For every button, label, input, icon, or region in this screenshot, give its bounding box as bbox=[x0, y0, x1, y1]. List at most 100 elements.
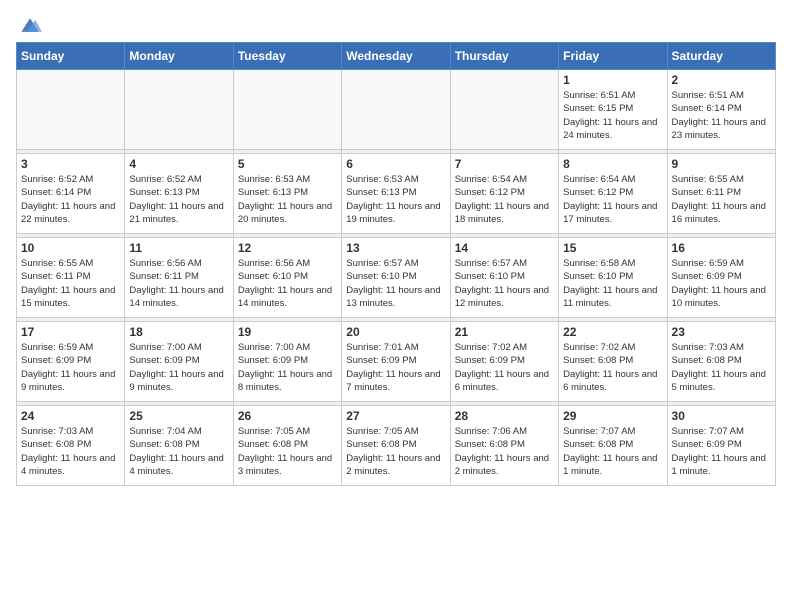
day-number: 13 bbox=[346, 241, 445, 255]
day-number: 22 bbox=[563, 325, 662, 339]
day-cell bbox=[125, 70, 233, 150]
day-number: 1 bbox=[563, 73, 662, 87]
week-row-4: 17 Sunrise: 6:59 AM Sunset: 6:09 PM Dayli… bbox=[17, 322, 776, 402]
day-number: 12 bbox=[238, 241, 337, 255]
day-info: Sunrise: 6:52 AM Sunset: 6:13 PM Dayligh… bbox=[129, 173, 228, 226]
day-number: 6 bbox=[346, 157, 445, 171]
day-cell: 19Sunrise: 7:00 AM Sunset: 6:09 PM Dayli… bbox=[233, 322, 341, 402]
day-number: 29 bbox=[563, 409, 662, 423]
day-info: Sunrise: 6:59 AM Sunset: 6:09 PM Dayligh… bbox=[672, 257, 771, 310]
day-info: Sunrise: 6:56 AM Sunset: 6:10 PM Dayligh… bbox=[238, 257, 337, 310]
calendar-table: SundayMondayTuesdayWednesdayThursdayFrid… bbox=[16, 42, 776, 486]
weekday-header-tuesday: Tuesday bbox=[233, 43, 341, 70]
week-row-2: 3 Sunrise: 6:52 AM Sunset: 6:14 PM Daylig… bbox=[17, 154, 776, 234]
day-info: Sunrise: 6:56 AM Sunset: 6:11 PM Dayligh… bbox=[129, 257, 228, 310]
day-info: Sunrise: 6:53 AM Sunset: 6:13 PM Dayligh… bbox=[346, 173, 445, 226]
day-number: 9 bbox=[672, 157, 771, 171]
day-info: Sunrise: 6:57 AM Sunset: 6:10 PM Dayligh… bbox=[455, 257, 554, 310]
day-info: Sunrise: 6:54 AM Sunset: 6:12 PM Dayligh… bbox=[455, 173, 554, 226]
day-info: Sunrise: 7:05 AM Sunset: 6:08 PM Dayligh… bbox=[238, 425, 337, 478]
day-cell bbox=[450, 70, 558, 150]
day-info: Sunrise: 6:51 AM Sunset: 6:14 PM Dayligh… bbox=[672, 89, 771, 142]
day-info: Sunrise: 7:07 AM Sunset: 6:08 PM Dayligh… bbox=[563, 425, 662, 478]
day-cell: 18 Sunrise: 7:00 AM Sunset: 6:09 PM Dayli… bbox=[125, 322, 233, 402]
day-cell: 25Sunrise: 7:04 AM Sunset: 6:08 PM Dayli… bbox=[125, 406, 233, 486]
day-cell: 6 Sunrise: 6:53 AM Sunset: 6:13 PM Daylig… bbox=[342, 154, 450, 234]
day-info: Sunrise: 6:58 AM Sunset: 6:10 PM Dayligh… bbox=[563, 257, 662, 310]
day-cell: 5 Sunrise: 6:53 AM Sunset: 6:13 PM Daylig… bbox=[233, 154, 341, 234]
day-cell: 1 Sunrise: 6:51 AM Sunset: 6:15 PM Daylig… bbox=[559, 70, 667, 150]
day-cell: 24 Sunrise: 7:03 AM Sunset: 6:08 PM Dayli… bbox=[17, 406, 125, 486]
logo-icon bbox=[18, 16, 42, 34]
day-number: 5 bbox=[238, 157, 337, 171]
day-cell: 16Sunrise: 6:59 AM Sunset: 6:09 PM Dayli… bbox=[667, 238, 775, 318]
day-cell bbox=[233, 70, 341, 150]
week-row-1: 1 Sunrise: 6:51 AM Sunset: 6:15 PM Daylig… bbox=[17, 70, 776, 150]
week-row-5: 24 Sunrise: 7:03 AM Sunset: 6:08 PM Dayli… bbox=[17, 406, 776, 486]
day-number: 18 bbox=[129, 325, 228, 339]
day-info: Sunrise: 6:53 AM Sunset: 6:13 PM Dayligh… bbox=[238, 173, 337, 226]
day-cell: 14Sunrise: 6:57 AM Sunset: 6:10 PM Dayli… bbox=[450, 238, 558, 318]
day-cell: 15 Sunrise: 6:58 AM Sunset: 6:10 PM Dayli… bbox=[559, 238, 667, 318]
day-number: 19 bbox=[238, 325, 337, 339]
day-number: 27 bbox=[346, 409, 445, 423]
header bbox=[16, 16, 776, 34]
logo bbox=[16, 16, 42, 34]
day-cell: 12 Sunrise: 6:56 AM Sunset: 6:10 PM Dayli… bbox=[233, 238, 341, 318]
day-number: 11 bbox=[129, 241, 228, 255]
day-info: Sunrise: 6:59 AM Sunset: 6:09 PM Dayligh… bbox=[21, 341, 120, 394]
day-cell: 22 Sunrise: 7:02 AM Sunset: 6:08 PM Dayli… bbox=[559, 322, 667, 402]
weekday-header-monday: Monday bbox=[125, 43, 233, 70]
weekday-header-friday: Friday bbox=[559, 43, 667, 70]
week-row-3: 10 Sunrise: 6:55 AM Sunset: 6:11 PM Dayli… bbox=[17, 238, 776, 318]
day-number: 2 bbox=[672, 73, 771, 87]
day-info: Sunrise: 6:55 AM Sunset: 6:11 PM Dayligh… bbox=[672, 173, 771, 226]
logo-text bbox=[16, 16, 42, 34]
day-number: 28 bbox=[455, 409, 554, 423]
day-cell: 13 Sunrise: 6:57 AM Sunset: 6:10 PM Dayli… bbox=[342, 238, 450, 318]
day-info: Sunrise: 6:52 AM Sunset: 6:14 PM Dayligh… bbox=[21, 173, 120, 226]
day-cell: 23Sunrise: 7:03 AM Sunset: 6:08 PM Dayli… bbox=[667, 322, 775, 402]
day-cell: 21 Sunrise: 7:02 AM Sunset: 6:09 PM Dayli… bbox=[450, 322, 558, 402]
day-info: Sunrise: 6:51 AM Sunset: 6:15 PM Dayligh… bbox=[563, 89, 662, 142]
day-info: Sunrise: 7:03 AM Sunset: 6:08 PM Dayligh… bbox=[21, 425, 120, 478]
weekday-header-saturday: Saturday bbox=[667, 43, 775, 70]
day-cell: 27 Sunrise: 7:05 AM Sunset: 6:08 PM Dayli… bbox=[342, 406, 450, 486]
day-info: Sunrise: 6:57 AM Sunset: 6:10 PM Dayligh… bbox=[346, 257, 445, 310]
weekday-header-row: SundayMondayTuesdayWednesdayThursdayFrid… bbox=[17, 43, 776, 70]
day-number: 8 bbox=[563, 157, 662, 171]
day-number: 17 bbox=[21, 325, 120, 339]
day-cell: 20 Sunrise: 7:01 AM Sunset: 6:09 PM Dayli… bbox=[342, 322, 450, 402]
weekday-header-thursday: Thursday bbox=[450, 43, 558, 70]
day-cell: 3 Sunrise: 6:52 AM Sunset: 6:14 PM Daylig… bbox=[17, 154, 125, 234]
day-number: 4 bbox=[129, 157, 228, 171]
day-cell bbox=[342, 70, 450, 150]
weekday-header-sunday: Sunday bbox=[17, 43, 125, 70]
day-info: Sunrise: 7:05 AM Sunset: 6:08 PM Dayligh… bbox=[346, 425, 445, 478]
day-info: Sunrise: 7:00 AM Sunset: 6:09 PM Dayligh… bbox=[129, 341, 228, 394]
day-number: 15 bbox=[563, 241, 662, 255]
day-cell: 4 Sunrise: 6:52 AM Sunset: 6:13 PM Daylig… bbox=[125, 154, 233, 234]
day-cell: 28 Sunrise: 7:06 AM Sunset: 6:08 PM Dayli… bbox=[450, 406, 558, 486]
day-cell: 9 Sunrise: 6:55 AM Sunset: 6:11 PM Daylig… bbox=[667, 154, 775, 234]
day-cell: 26 Sunrise: 7:05 AM Sunset: 6:08 PM Dayli… bbox=[233, 406, 341, 486]
day-cell: 29 Sunrise: 7:07 AM Sunset: 6:08 PM Dayli… bbox=[559, 406, 667, 486]
day-info: Sunrise: 7:06 AM Sunset: 6:08 PM Dayligh… bbox=[455, 425, 554, 478]
day-number: 21 bbox=[455, 325, 554, 339]
day-info: Sunrise: 7:07 AM Sunset: 6:09 PM Dayligh… bbox=[672, 425, 771, 478]
day-number: 7 bbox=[455, 157, 554, 171]
day-cell: 30 Sunrise: 7:07 AM Sunset: 6:09 PM Dayli… bbox=[667, 406, 775, 486]
day-info: Sunrise: 6:55 AM Sunset: 6:11 PM Dayligh… bbox=[21, 257, 120, 310]
day-number: 10 bbox=[21, 241, 120, 255]
day-number: 30 bbox=[672, 409, 771, 423]
day-info: Sunrise: 6:54 AM Sunset: 6:12 PM Dayligh… bbox=[563, 173, 662, 226]
day-number: 24 bbox=[21, 409, 120, 423]
day-cell: 17 Sunrise: 6:59 AM Sunset: 6:09 PM Dayli… bbox=[17, 322, 125, 402]
day-cell: 8 Sunrise: 6:54 AM Sunset: 6:12 PM Daylig… bbox=[559, 154, 667, 234]
day-info: Sunrise: 7:01 AM Sunset: 6:09 PM Dayligh… bbox=[346, 341, 445, 394]
day-number: 26 bbox=[238, 409, 337, 423]
day-number: 20 bbox=[346, 325, 445, 339]
day-info: Sunrise: 7:02 AM Sunset: 6:08 PM Dayligh… bbox=[563, 341, 662, 394]
day-number: 3 bbox=[21, 157, 120, 171]
day-info: Sunrise: 7:02 AM Sunset: 6:09 PM Dayligh… bbox=[455, 341, 554, 394]
